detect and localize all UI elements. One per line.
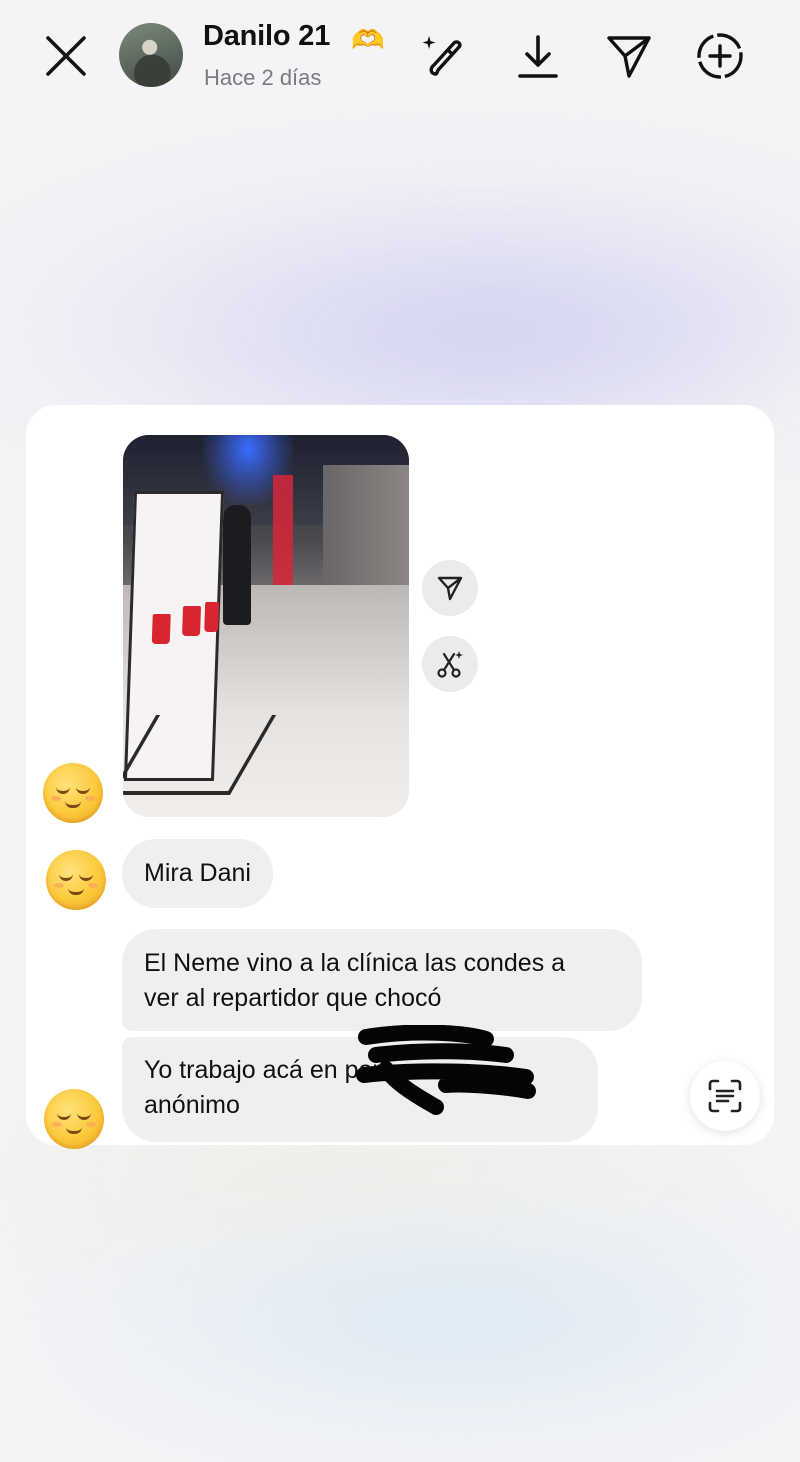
send-icon	[607, 36, 651, 78]
redaction-scribble	[356, 1025, 536, 1115]
edit-button[interactable]	[418, 28, 474, 84]
send-icon	[437, 576, 463, 601]
photo-cup	[204, 602, 220, 632]
remix-photo-button[interactable]	[422, 636, 478, 692]
photo-cup	[151, 614, 171, 644]
photo-cup	[182, 606, 202, 636]
heart-hands-badge: 🫶	[351, 25, 385, 55]
photo-person	[223, 505, 251, 625]
chat-screenshot-card: Mira Dani El Neme vino a la clínica las …	[26, 405, 774, 1149]
scan-text-icon	[708, 1079, 742, 1113]
photo-red-column	[273, 475, 293, 595]
background-glow-bottom	[40, 1230, 800, 1410]
relieved-face-emoji	[44, 1089, 104, 1149]
message-bubble[interactable]: El Neme vino a la clínica las condes a v…	[122, 929, 642, 1031]
text-recognition-button[interactable]	[690, 1061, 760, 1131]
story-header: Danilo 21 🫶 Hace 2 días	[0, 0, 800, 112]
story-timestamp: Hace 2 días	[204, 65, 322, 90]
download-button[interactable]	[512, 28, 564, 84]
user-name[interactable]: Danilo 21	[203, 20, 330, 53]
share-photo-button[interactable]	[422, 560, 478, 616]
background-glow-top	[0, 180, 800, 440]
avatar[interactable]	[119, 23, 183, 87]
relieved-face-emoji	[43, 763, 103, 823]
send-button[interactable]	[602, 28, 656, 84]
close-button[interactable]	[40, 30, 92, 82]
message-bubble[interactable]: Mira Dani	[122, 839, 273, 908]
add-story-icon	[697, 33, 743, 79]
add-to-story-button[interactable]	[692, 28, 748, 84]
close-icon	[46, 36, 86, 76]
shared-photo[interactable]	[123, 435, 409, 817]
photo-wall	[323, 465, 409, 585]
relieved-face-emoji	[46, 850, 106, 910]
edit-sparkle-icon	[422, 36, 462, 76]
download-icon	[518, 35, 558, 78]
remix-icon	[437, 651, 463, 678]
